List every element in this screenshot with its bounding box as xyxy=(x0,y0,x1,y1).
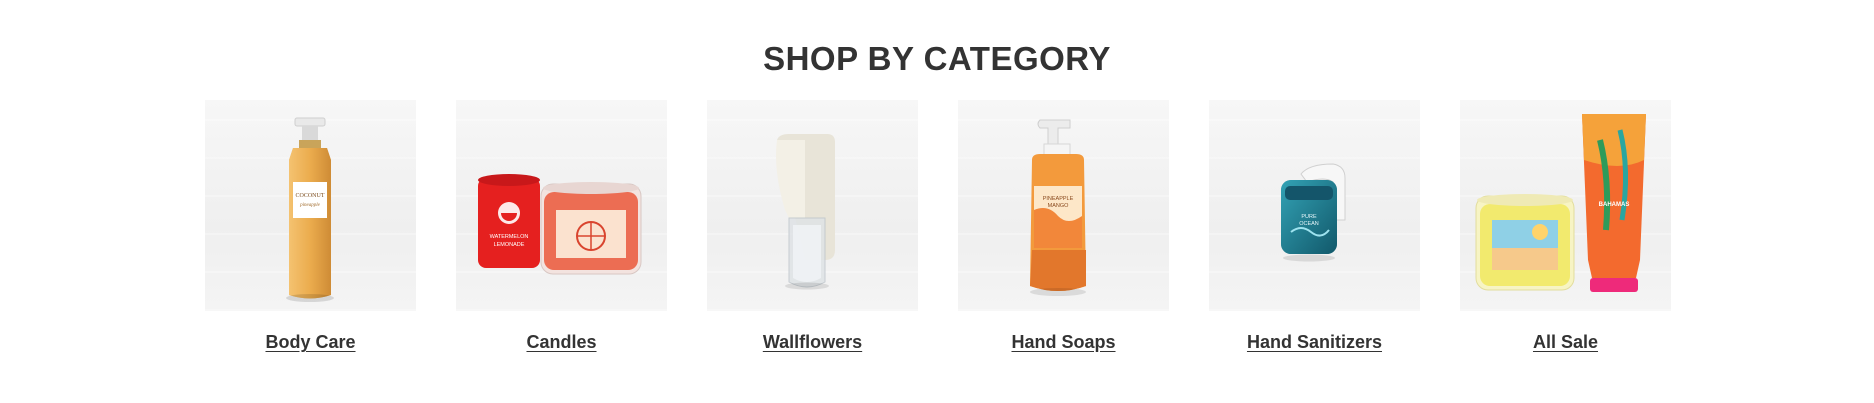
candles-image[interactable]: WATERMELON LEMONADE xyxy=(456,100,667,311)
category-tile-body-care[interactable]: COCONUT pineapple Body Care xyxy=(205,100,416,353)
section-title: SHOP BY CATEGORY xyxy=(763,40,1111,77)
category-tile-hand-sanitizers[interactable]: PURE OCEAN Hand Sanitizers xyxy=(1209,100,1420,353)
svg-text:PINEAPPLE: PINEAPPLE xyxy=(1043,196,1074,202)
svg-text:WATERMELON: WATERMELON xyxy=(490,234,529,240)
svg-text:COCONUT: COCONUT xyxy=(295,193,324,199)
category-label-candles[interactable]: Candles xyxy=(526,332,596,353)
category-tile-candles[interactable]: WATERMELON LEMONADE Candles xyxy=(456,100,667,353)
shop-by-category-section: SHOP BY CATEGORY COCONUT pineapple Body … xyxy=(0,0,1874,403)
category-label-all-sale[interactable]: All Sale xyxy=(1533,332,1598,353)
svg-text:BAHAMAS: BAHAMAS xyxy=(1599,202,1630,208)
svg-text:LEMONADE: LEMONADE xyxy=(494,242,525,248)
category-label-wallflowers[interactable]: Wallflowers xyxy=(763,332,862,353)
category-tile-hand-soaps[interactable]: PINEAPPLE MANGO Hand Soaps xyxy=(958,100,1169,353)
svg-text:pineapple: pineapple xyxy=(299,203,320,208)
svg-text:OCEAN: OCEAN xyxy=(1299,221,1319,227)
category-label-hand-sanitizers[interactable]: Hand Sanitizers xyxy=(1247,332,1382,353)
category-tile-all-sale[interactable]: BAHAMAS All Sale xyxy=(1460,100,1671,353)
pocketbac-sanitizer-image[interactable]: PURE OCEAN xyxy=(1209,100,1420,311)
svg-text:PURE: PURE xyxy=(1301,214,1317,220)
svg-text:MANGO: MANGO xyxy=(1048,203,1070,209)
foaming-hand-soap-image[interactable]: PINEAPPLE MANGO xyxy=(958,100,1169,311)
candle-and-lotion-image[interactable]: BAHAMAS xyxy=(1460,100,1671,311)
category-label-hand-soaps[interactable]: Hand Soaps xyxy=(1011,332,1115,353)
category-label-body-care[interactable]: Body Care xyxy=(265,332,355,353)
fragrance-mist-bottle-image[interactable]: COCONUT pineapple xyxy=(205,100,416,311)
wallflower-plug-image[interactable] xyxy=(707,100,918,311)
category-tile-wallflowers[interactable]: Wallflowers xyxy=(707,100,918,353)
category-grid: COCONUT pineapple Body Care WATERMELON L… xyxy=(205,100,1671,353)
